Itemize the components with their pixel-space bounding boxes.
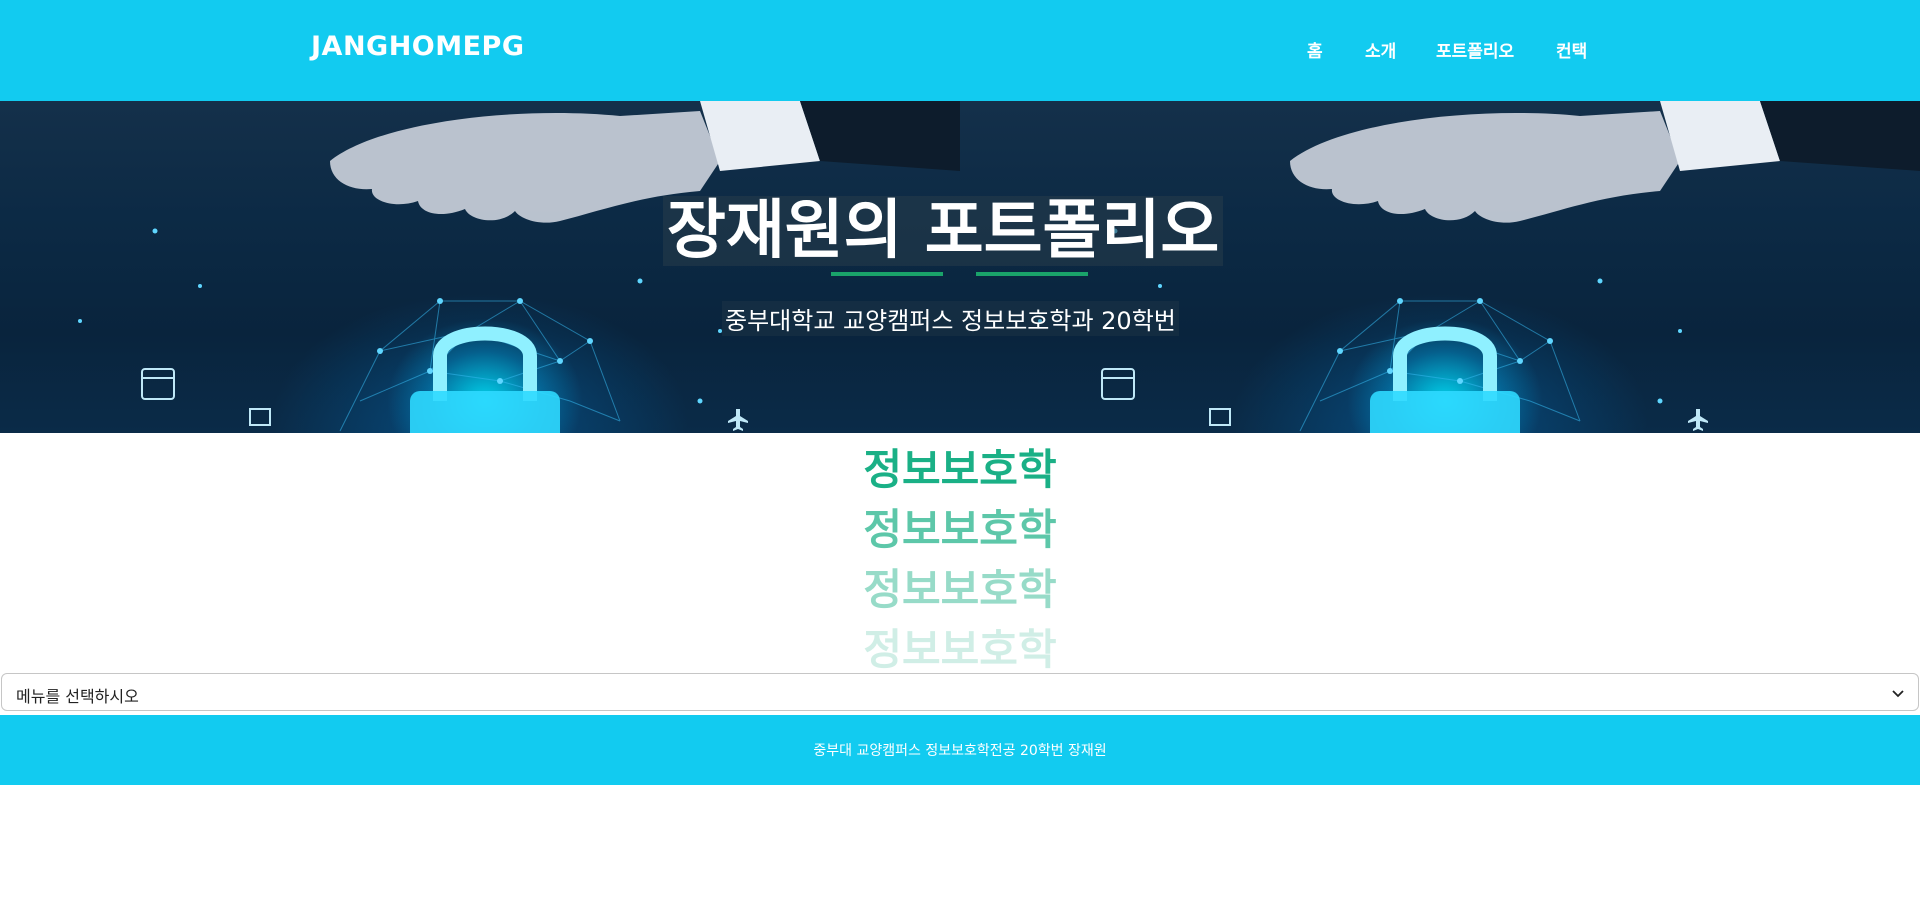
chevron-down-icon bbox=[1892, 690, 1904, 698]
hero-divider-right bbox=[976, 272, 1088, 276]
brand-logo[interactable]: JANGHOMEPG bbox=[311, 31, 525, 62]
nav-item-contact[interactable]: 컨택 bbox=[1556, 37, 1587, 62]
navbar: JANGHOMEPG 홈 소개 포트폴리오 컨택 bbox=[0, 0, 1920, 101]
menu-select[interactable]: 메뉴를 선택하시오 bbox=[1, 673, 1919, 711]
hero-banner: 장재원의 포트폴리오 중부대학교 교양캠퍼스 정보보호학과 20학번 bbox=[0, 101, 1920, 433]
fading-heading: 정보보호학 bbox=[863, 565, 1057, 614]
nav-item-home[interactable]: 홈 bbox=[1307, 37, 1323, 62]
fading-heading: 정보보호학 bbox=[863, 505, 1057, 554]
footer-text: 중부대 교양캠퍼스 정보보호학전공 20학번 장재원 bbox=[813, 743, 1107, 759]
menu-select-value: 메뉴를 선택하시오 bbox=[16, 687, 139, 706]
hero-subtitle: 중부대학교 교양캠퍼스 정보보호학과 20학번 bbox=[722, 301, 1179, 336]
nav-item-about[interactable]: 소개 bbox=[1365, 37, 1396, 62]
hero-divider-left bbox=[831, 272, 943, 276]
hero-title: 장재원의 포트폴리오 bbox=[663, 196, 1224, 266]
footer: 중부대 교양캠퍼스 정보보호학전공 20학번 장재원 bbox=[0, 715, 1920, 785]
hero-text-overlay: 장재원의 포트폴리오 중부대학교 교양캠퍼스 정보보호학과 20학번 bbox=[0, 101, 1920, 433]
fading-heading: 정보보호학 bbox=[863, 625, 1057, 674]
fading-heading: 정보보호학 bbox=[863, 445, 1057, 494]
nav-item-portfolio[interactable]: 포트폴리오 bbox=[1436, 37, 1514, 62]
